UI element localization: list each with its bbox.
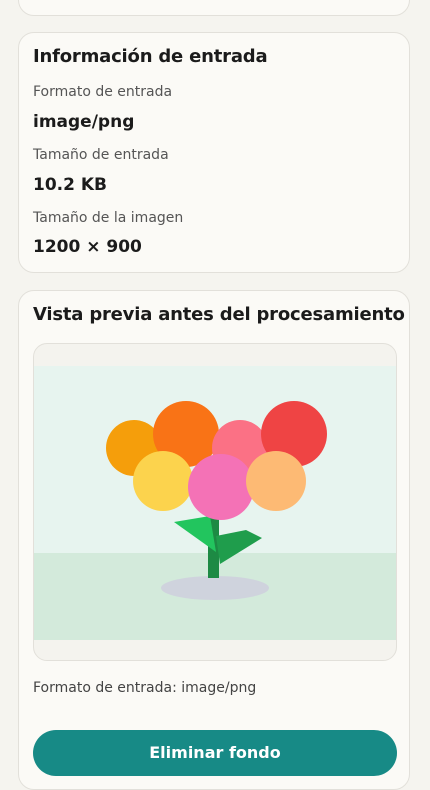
preview-card: Vista previa antes del procesamiento For… (18, 290, 410, 790)
image-size-value: 1200 × 900 (33, 237, 142, 257)
preview-title: Vista previa antes del procesamiento (33, 304, 405, 325)
input-info-card: Información de entrada Formato de entrad… (18, 32, 410, 273)
preview-image-frame (33, 343, 397, 661)
previous-card (18, 0, 410, 16)
input-size-value: 10.2 KB (33, 175, 107, 195)
input-size-label: Tamaño de entrada (33, 147, 169, 163)
flower-preview-image (34, 366, 396, 640)
input-info-title: Información de entrada (33, 46, 268, 67)
preview-format-caption: Formato de entrada: image/png (33, 680, 257, 696)
remove-background-button[interactable]: Eliminar fondo (33, 730, 397, 776)
image-size-label: Tamaño de la imagen (33, 210, 184, 226)
input-format-label: Formato de entrada (33, 84, 173, 100)
input-format-value: image/png (33, 112, 135, 132)
